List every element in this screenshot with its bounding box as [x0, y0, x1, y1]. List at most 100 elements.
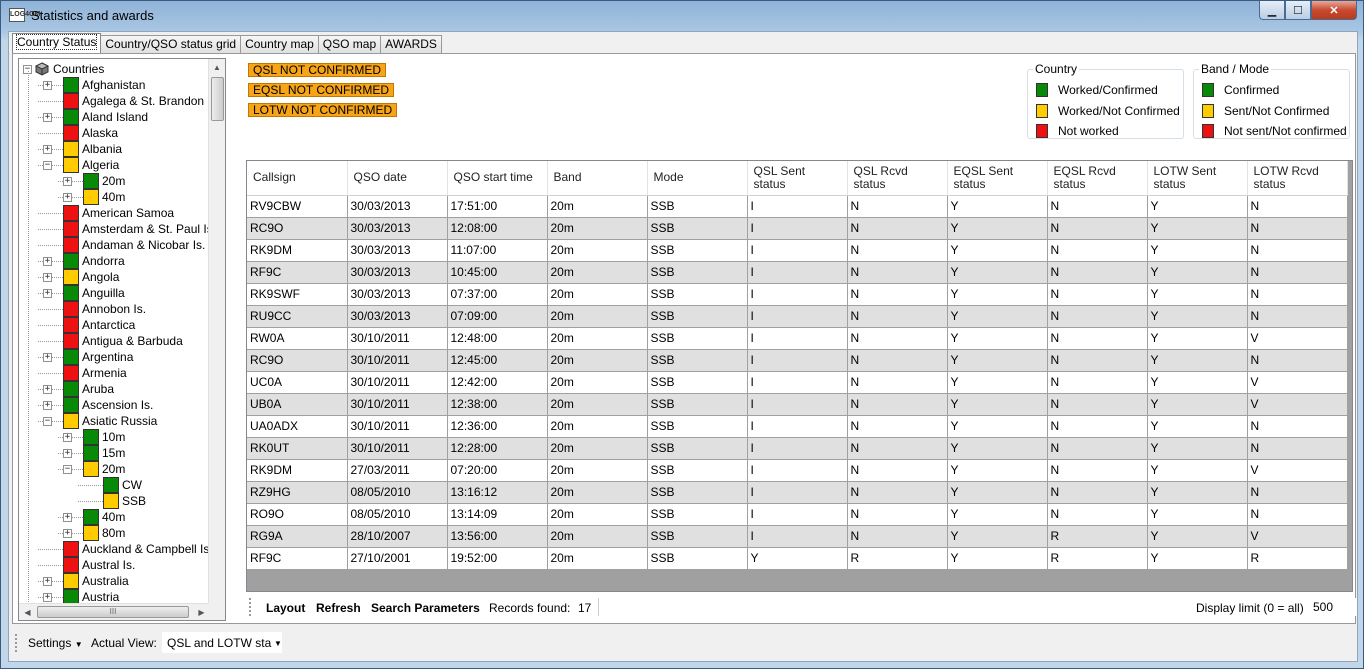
expand-icon[interactable]: +	[43, 81, 52, 90]
table-cell[interactable]: 20m	[547, 305, 648, 328]
tree-node[interactable]: Agalega & St. Brandon Is.	[63, 93, 210, 109]
toolbar-grip[interactable]	[249, 598, 252, 616]
table-cell[interactable]: N	[847, 195, 948, 218]
table-cell[interactable]: RG9A	[247, 525, 348, 548]
table-cell[interactable]: SSB	[647, 415, 748, 438]
table-row[interactable]: RF9C 27/10/2001 19:52:00 20m SSB Y R Y R Y R	[247, 547, 1348, 570]
table-cell[interactable]: 20m	[547, 195, 648, 218]
table-cell[interactable]: V	[1247, 459, 1348, 482]
expand-icon[interactable]: +	[43, 113, 52, 122]
title-bar[interactable]: LOG4OM Statistics and awards ▁ ☐ ✕	[1, 1, 1363, 29]
table-cell[interactable]: I	[747, 305, 848, 328]
table-cell[interactable]: 17:51:00	[447, 195, 548, 218]
table-cell[interactable]: N	[847, 261, 948, 284]
table-cell[interactable]: 30/10/2011	[347, 415, 448, 438]
expand-icon[interactable]: +	[43, 593, 52, 602]
table-cell[interactable]: RC9O	[247, 217, 348, 240]
qso-grid[interactable]: Callsign QSO date QSO start time Band Mode QS…	[246, 160, 1353, 592]
table-cell[interactable]: SSB	[647, 371, 748, 394]
table-cell[interactable]: 20m	[547, 239, 648, 262]
table-cell[interactable]: N	[847, 305, 948, 328]
table-cell[interactable]: 12:48:00	[447, 327, 548, 350]
table-cell[interactable]: 30/10/2011	[347, 393, 448, 416]
column-header[interactable]: QSO start time	[447, 161, 548, 196]
collapse-icon[interactable]: −	[63, 465, 72, 474]
table-cell[interactable]: SSB	[647, 217, 748, 240]
table-cell[interactable]: UA0ADX	[247, 415, 348, 438]
table-cell[interactable]: 12:08:00	[447, 217, 548, 240]
tree-node[interactable]: SSB	[103, 493, 146, 509]
tree-node[interactable]: 40m	[83, 189, 125, 205]
table-cell[interactable]: 30/03/2013	[347, 239, 448, 262]
table-cell[interactable]: SSB	[647, 349, 748, 372]
table-cell[interactable]: 12:42:00	[447, 371, 548, 394]
table-row[interactable]: UA0ADX 30/10/2011 12:36:00 20m SSB I N Y N Y N	[247, 415, 1348, 438]
table-cell[interactable]: 20m	[547, 349, 648, 372]
tree-node[interactable]: Amsterdam & St. Paul Is.	[63, 221, 210, 237]
table-cell[interactable]: R	[847, 547, 948, 570]
table-cell[interactable]: I	[747, 195, 848, 218]
table-cell[interactable]: V	[1247, 525, 1348, 548]
table-cell[interactable]: I	[747, 459, 848, 482]
table-cell[interactable]: N	[1247, 239, 1348, 262]
table-cell[interactable]: UB0A	[247, 393, 348, 416]
display-limit-input[interactable]	[1309, 598, 1357, 616]
table-cell[interactable]: Y	[947, 239, 1048, 262]
tree-node[interactable]: Algeria	[63, 157, 119, 173]
table-row[interactable]: UC0A 30/10/2011 12:42:00 20m SSB I N Y N Y V	[247, 371, 1348, 394]
table-cell[interactable]: N	[1047, 393, 1148, 416]
table-cell[interactable]: I	[747, 261, 848, 284]
table-row[interactable]: RK9DM 27/03/2011 07:20:00 20m SSB I N Y N Y V	[247, 459, 1348, 482]
expand-icon[interactable]: +	[63, 177, 72, 186]
table-cell[interactable]: 30/03/2013	[347, 217, 448, 240]
table-cell[interactable]: I	[747, 525, 848, 548]
table-cell[interactable]: I	[747, 283, 848, 306]
tree-node[interactable]: 40m	[83, 509, 125, 525]
scroll-thumb[interactable]	[211, 77, 224, 121]
table-cell[interactable]: N	[1047, 503, 1148, 526]
table-cell[interactable]: 20m	[547, 393, 648, 416]
table-cell[interactable]: 12:38:00	[447, 393, 548, 416]
table-cell[interactable]: 07:20:00	[447, 459, 548, 482]
table-row[interactable]: RU9CC 30/03/2013 07:09:00 20m SSB I N Y N Y N	[247, 305, 1348, 328]
table-cell[interactable]: I	[747, 415, 848, 438]
column-header[interactable]: LOTW Rcvd status	[1247, 161, 1348, 196]
tree-horizontal-scrollbar[interactable]: ◀ III ▶	[19, 603, 210, 620]
toolbar-grip[interactable]	[15, 634, 17, 652]
table-cell[interactable]: I	[747, 503, 848, 526]
table-cell[interactable]: Y	[947, 415, 1048, 438]
table-cell[interactable]: Y	[947, 525, 1048, 548]
country-tree[interactable]: − Countries + Afghanistan Agalega & St. Br…	[18, 58, 226, 621]
table-cell[interactable]: 30/10/2011	[347, 349, 448, 372]
tree-node[interactable]: Aruba	[63, 381, 114, 397]
table-cell[interactable]: N	[1047, 415, 1148, 438]
table-cell[interactable]: I	[747, 393, 848, 416]
table-cell[interactable]: 30/03/2013	[347, 261, 448, 284]
table-cell[interactable]: 20m	[547, 371, 648, 394]
column-header[interactable]: QSL Rcvd status	[847, 161, 948, 196]
table-cell[interactable]: SSB	[647, 437, 748, 460]
settings-menu[interactable]: Settings ▼	[28, 636, 83, 650]
tree-vertical-scrollbar[interactable]: ▲	[208, 59, 225, 604]
tree-node[interactable]: Australia	[63, 573, 129, 589]
table-cell[interactable]: N	[1047, 239, 1148, 262]
table-cell[interactable]: Y	[1147, 261, 1248, 284]
table-cell[interactable]: SSB	[647, 481, 748, 504]
table-cell[interactable]: 12:28:00	[447, 437, 548, 460]
table-cell[interactable]: I	[747, 437, 848, 460]
table-cell[interactable]: 20m	[547, 503, 648, 526]
table-row[interactable]: RC9O 30/10/2011 12:45:00 20m SSB I N Y N Y N	[247, 349, 1348, 372]
table-cell[interactable]: Y	[947, 547, 1048, 570]
table-cell[interactable]: R	[1047, 547, 1148, 570]
table-cell[interactable]: N	[847, 525, 948, 548]
table-cell[interactable]: 30/03/2013	[347, 283, 448, 306]
table-cell[interactable]: Y	[1147, 459, 1248, 482]
table-cell[interactable]: Y	[947, 327, 1048, 350]
table-cell[interactable]: 20m	[547, 525, 648, 548]
table-cell[interactable]: 27/03/2011	[347, 459, 448, 482]
table-cell[interactable]: Y	[1147, 393, 1248, 416]
table-cell[interactable]: 30/03/2013	[347, 305, 448, 328]
tree-node[interactable]: CW	[103, 477, 142, 493]
table-cell[interactable]: 07:09:00	[447, 305, 548, 328]
dropdown-arrow-icon[interactable]: ▼	[274, 639, 282, 648]
